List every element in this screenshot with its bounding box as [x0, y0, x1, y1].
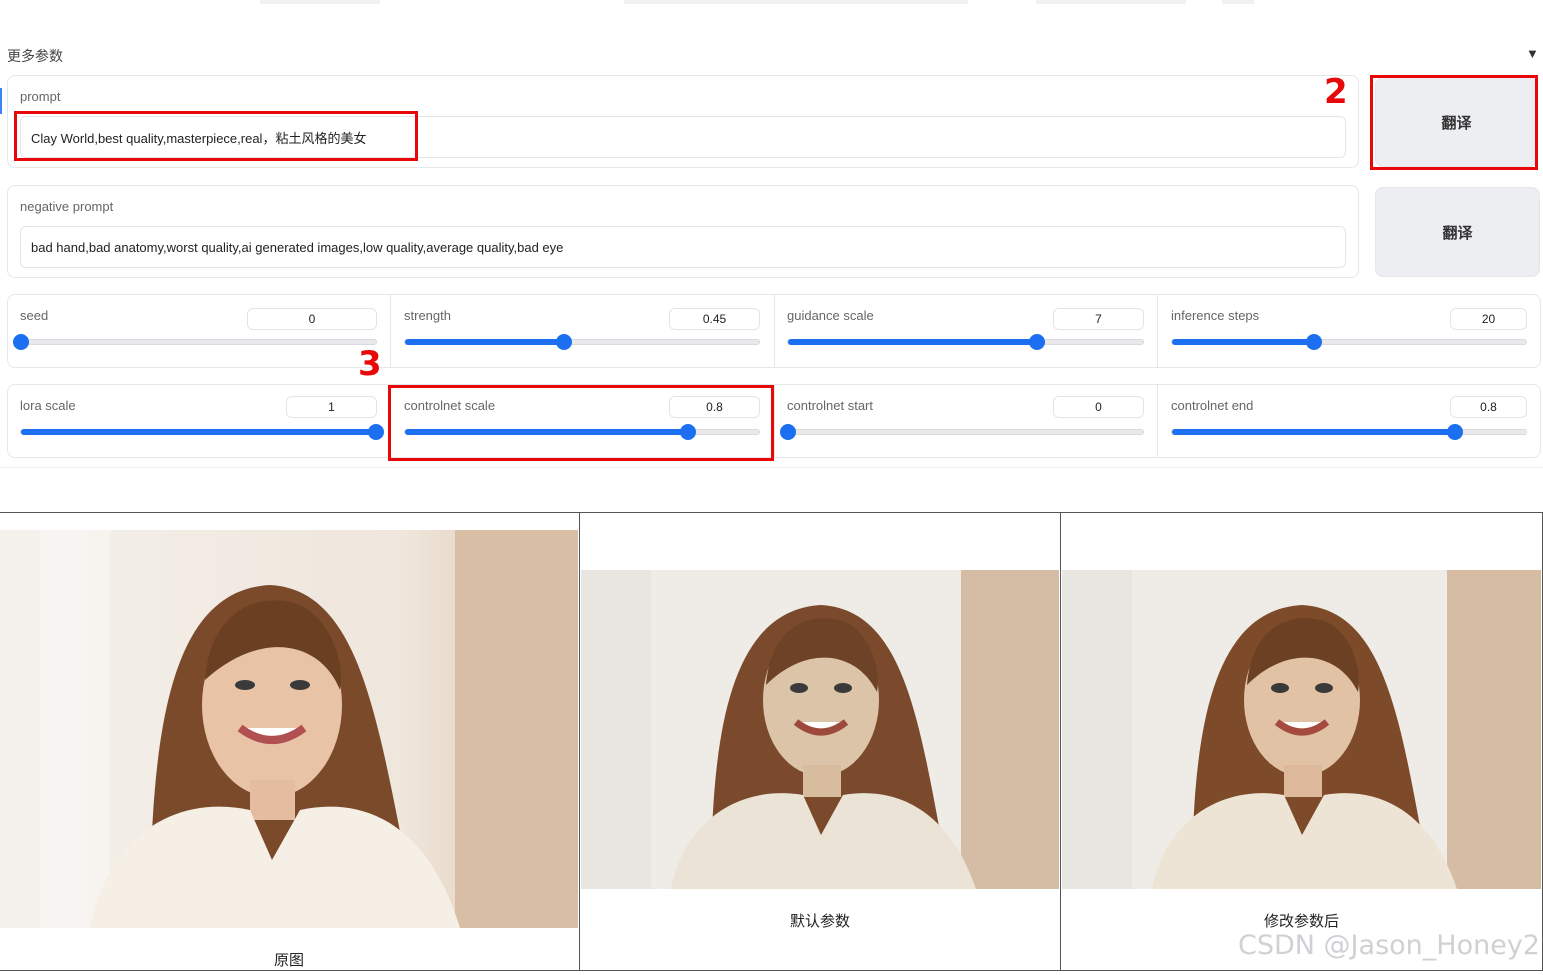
focus-indicator [0, 88, 2, 114]
gallery-divider [579, 512, 580, 971]
guidance-scale-slider-fill [788, 339, 1037, 345]
divider [390, 295, 391, 367]
lora-scale-label: lora scale [20, 398, 76, 413]
lora-scale-slider-thumb[interactable] [368, 424, 384, 440]
translate-negative-prompt-button[interactable]: 翻译 [1375, 187, 1540, 277]
top-tab-stub [260, 0, 380, 4]
watermark: CSDN @Jason_Honey2 [1238, 930, 1540, 961]
divider [774, 295, 775, 367]
top-tab-stub [624, 0, 968, 4]
lora-scale-number-input[interactable]: 1 [286, 396, 377, 418]
modified-params-photo [1062, 570, 1541, 889]
controlnet-end-slider[interactable] [1171, 424, 1527, 440]
lora-scale-slider[interactable] [20, 424, 384, 440]
guidance-scale-number-input[interactable]: 7 [1053, 308, 1144, 330]
strength-number-input[interactable]: 0.45 [669, 308, 760, 330]
caption-original: 原图 [273, 952, 304, 969]
inference-steps-label: inference steps [1171, 308, 1260, 323]
original-photo [0, 530, 578, 928]
default-params-photo [581, 570, 1059, 889]
controlnet-start-number-input[interactable]: 0 [1053, 396, 1144, 418]
controlnet-end-number-input[interactable]: 0.8 [1450, 396, 1527, 418]
divider [1157, 295, 1158, 367]
highlight-controlnet-box [388, 385, 774, 461]
gallery-divider [1060, 512, 1061, 971]
inference-steps-slider-fill [1172, 339, 1314, 345]
seed-number-input[interactable]: 0 [247, 308, 377, 330]
caption-modified-params: 修改参数后 [1263, 913, 1339, 930]
controlnet-start-label: controlnet start [787, 398, 873, 413]
strength-label: strength [404, 308, 451, 323]
seed-label: seed [20, 308, 49, 323]
prompt-label: prompt [20, 89, 61, 104]
strength-slider[interactable] [404, 334, 760, 350]
seed-slider-thumb[interactable] [13, 334, 29, 350]
gallery-bottom-border [0, 970, 1543, 971]
lora-scale-slider-fill [21, 429, 376, 435]
negative-prompt-label: negative prompt [20, 199, 114, 214]
controlnet-end-slider-fill [1172, 429, 1456, 435]
gallery-top-border [0, 512, 1543, 513]
section-divider [0, 467, 1543, 468]
negative-prompt-panel: negative prompt bad hand,bad anatomy,wor… [7, 185, 1359, 278]
negative-prompt-input[interactable]: bad hand,bad anatomy,worst quality,ai ge… [20, 226, 1346, 268]
divider [774, 385, 775, 457]
inference-steps-slider[interactable] [1171, 334, 1527, 350]
triangle-down-icon[interactable]: ▼ [1526, 46, 1539, 61]
top-tab-stub [1036, 0, 1186, 4]
top-tab-stub [1222, 0, 1254, 4]
annotation-marker-3: 3 [358, 344, 382, 384]
strength-slider-fill [405, 339, 565, 345]
inference-steps-slider-thumb[interactable] [1305, 334, 1322, 350]
annotation-marker-2: 2 [1324, 72, 1348, 112]
controlnet-start-slider-thumb[interactable] [780, 424, 796, 440]
guidance-scale-label: guidance scale [787, 308, 874, 323]
caption-default-params: 默认参数 [789, 913, 850, 930]
highlight-prompt-box [14, 111, 418, 161]
highlight-translate-box [1370, 75, 1538, 170]
controlnet-end-label: controlnet end [1171, 398, 1254, 413]
inference-steps-number-input[interactable]: 20 [1450, 308, 1527, 330]
controlnet-start-slider[interactable] [780, 424, 1144, 440]
section-title[interactable]: 更多参数 [7, 46, 63, 66]
guidance-scale-slider[interactable] [787, 334, 1144, 350]
divider [1157, 385, 1158, 457]
seed-slider[interactable] [13, 334, 377, 350]
guidance-scale-slider-thumb[interactable] [1028, 334, 1045, 350]
